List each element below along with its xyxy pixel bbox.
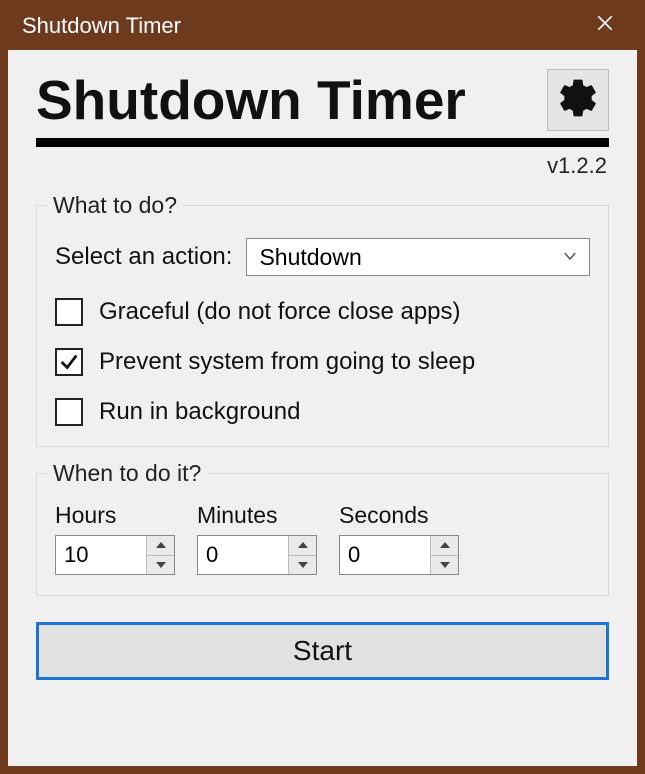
checkbox-graceful[interactable]: [55, 298, 83, 326]
checkbox-background-label: Run in background: [99, 398, 300, 426]
start-button[interactable]: Start: [36, 622, 609, 680]
titlebar: Shutdown Timer: [8, 8, 637, 50]
minutes-spinner[interactable]: [197, 535, 317, 575]
window-title: Shutdown Timer: [22, 13, 181, 39]
hours-column: Hours: [55, 502, 175, 575]
hours-down-button[interactable]: [147, 556, 174, 575]
caret-up-icon: [298, 536, 308, 554]
action-select[interactable]: Shutdown: [246, 238, 590, 276]
app-title: Shutdown Timer: [36, 68, 466, 132]
checkbox-prevent-sleep[interactable]: [55, 348, 83, 376]
hours-input[interactable]: [56, 536, 146, 574]
content-area: Shutdown Timer v1.2.2 What to do? Select…: [8, 50, 637, 766]
action-label: Select an action:: [55, 243, 232, 271]
close-button[interactable]: [585, 10, 625, 42]
hours-up-button[interactable]: [147, 536, 174, 556]
group-when-to-do: When to do it? Hours Minutes: [36, 473, 609, 596]
seconds-input[interactable]: [340, 536, 430, 574]
action-select-value: Shutdown: [259, 244, 361, 271]
spacer: [36, 680, 609, 742]
checkbox-row-graceful: Graceful (do not force close apps): [55, 298, 590, 326]
checkbox-prevent-sleep-label: Prevent system from going to sleep: [99, 348, 475, 376]
caret-down-icon: [298, 556, 308, 574]
caret-down-icon: [440, 556, 450, 574]
caret-down-icon: [156, 556, 166, 574]
seconds-label: Seconds: [339, 502, 459, 529]
header-row: Shutdown Timer: [36, 68, 609, 132]
close-icon: [595, 13, 615, 39]
gear-icon: [556, 76, 600, 125]
minutes-input[interactable]: [198, 536, 288, 574]
hours-label: Hours: [55, 502, 175, 529]
hours-stepper: [146, 536, 174, 574]
checkbox-background[interactable]: [55, 398, 83, 426]
group-what-to-do: What to do? Select an action: Shutdown G…: [36, 205, 609, 447]
checkbox-graceful-label: Graceful (do not force close apps): [99, 298, 461, 326]
seconds-down-button[interactable]: [431, 556, 458, 575]
group-when-legend: When to do it?: [47, 460, 207, 487]
seconds-stepper: [430, 536, 458, 574]
seconds-spinner[interactable]: [339, 535, 459, 575]
minutes-down-button[interactable]: [289, 556, 316, 575]
checkbox-row-prevent-sleep: Prevent system from going to sleep: [55, 348, 590, 376]
caret-up-icon: [156, 536, 166, 554]
minutes-stepper: [288, 536, 316, 574]
checkbox-row-background: Run in background: [55, 398, 590, 426]
minutes-label: Minutes: [197, 502, 317, 529]
minutes-column: Minutes: [197, 502, 317, 575]
group-what-legend: What to do?: [47, 192, 183, 219]
minutes-up-button[interactable]: [289, 536, 316, 556]
seconds-up-button[interactable]: [431, 536, 458, 556]
action-row: Select an action: Shutdown: [55, 238, 590, 276]
start-button-label: Start: [293, 635, 352, 667]
app-window: Shutdown Timer Shutdown Timer v1.2.2 Wha…: [0, 0, 645, 774]
timer-row: Hours Minutes: [55, 502, 590, 575]
hours-spinner[interactable]: [55, 535, 175, 575]
header-divider: [36, 138, 609, 147]
seconds-column: Seconds: [339, 502, 459, 575]
caret-up-icon: [440, 536, 450, 554]
chevron-down-icon: [561, 244, 579, 271]
settings-button[interactable]: [547, 69, 609, 131]
version-label: v1.2.2: [36, 153, 609, 179]
